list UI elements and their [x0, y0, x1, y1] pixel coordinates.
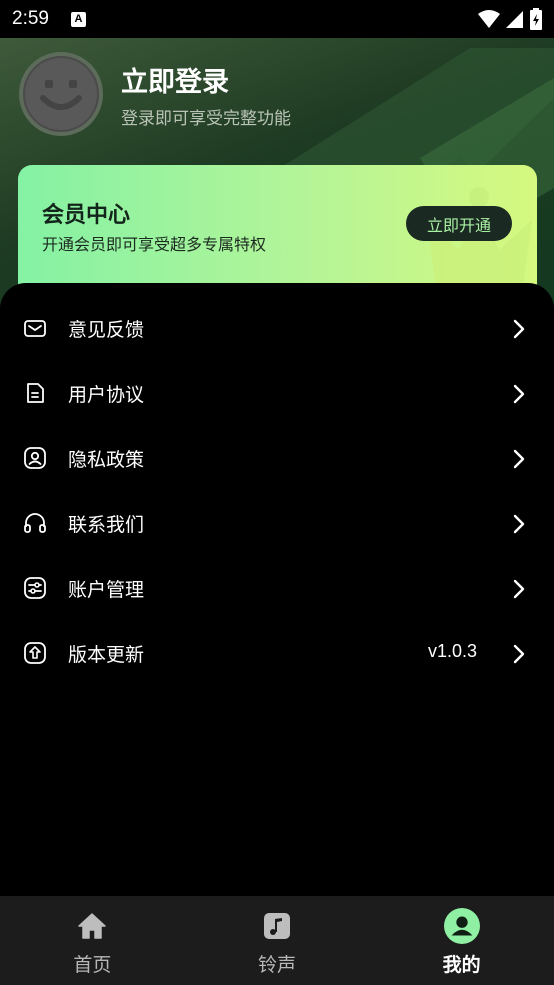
tab-label: 铃声 — [258, 954, 297, 976]
signal-icon — [506, 11, 523, 28]
avatar-face-icon — [25, 58, 97, 130]
version-number: v1.0.3 — [427, 641, 477, 661]
profile-icon — [443, 908, 480, 944]
menu-label: 意见反馈 — [68, 319, 145, 341]
vip-subtitle: 开通会员即可享受超多专属特权 — [42, 235, 267, 254]
status-icons — [478, 8, 542, 30]
menu-label: 账户管理 — [68, 579, 145, 601]
login-title[interactable]: 立即登录 — [121, 60, 229, 99]
tab-label: 首页 — [73, 954, 112, 976]
chevron-right-icon — [513, 514, 525, 534]
menu-item-privacy-policy[interactable]: 隐私政策 — [0, 426, 554, 490]
menu-label: 隐私政策 — [68, 449, 145, 471]
profile-header: 立即登录 登录即可享受完整功能 会员中心 开通会员即可享受超多专属特权 立即开通 — [0, 38, 554, 318]
activate-vip-button[interactable]: 立即开通 — [406, 206, 512, 241]
vip-title: 会员中心 — [42, 203, 131, 228]
chevron-right-icon — [513, 319, 525, 339]
login-subtitle: 登录即可享受完整功能 — [121, 109, 291, 129]
chevron-right-icon — [513, 579, 525, 599]
tab-home[interactable]: 首页 — [0, 896, 185, 985]
menu-label: 联系我们 — [68, 514, 145, 536]
home-icon — [74, 908, 110, 944]
account-settings-icon — [24, 577, 46, 599]
menu-label: 用户协议 — [68, 384, 145, 406]
wifi-icon — [478, 10, 500, 28]
avatar[interactable] — [19, 52, 103, 136]
tab-mine[interactable]: 我的 — [369, 896, 554, 985]
tab-label: 我的 — [442, 954, 481, 976]
menu-item-contact-us[interactable]: 联系我们 — [0, 491, 554, 555]
menu-item-version-update[interactable]: 版本更新 v1.0.3 — [0, 621, 554, 685]
bottom-tab-bar: 首页 铃声 我的 — [0, 896, 554, 985]
music-note-icon — [259, 908, 295, 944]
status-bar: 2:59 A — [0, 0, 554, 38]
chevron-right-icon — [513, 384, 525, 404]
headphones-icon — [24, 513, 46, 533]
notification-icon: A — [70, 11, 86, 27]
document-icon — [27, 383, 44, 403]
menu-item-user-agreement[interactable]: 用户协议 — [0, 361, 554, 425]
menu-item-feedback[interactable]: 意见反馈 — [0, 296, 554, 360]
menu-label: 版本更新 — [68, 644, 145, 666]
menu-item-account-management[interactable]: 账户管理 — [0, 556, 554, 620]
chevron-right-icon — [513, 644, 525, 664]
tab-ringtones[interactable]: 铃声 — [185, 896, 370, 985]
update-icon — [24, 642, 46, 664]
privacy-user-icon — [24, 447, 46, 469]
settings-sheet: 意见反馈 用户协议 隐私政策 联系我们 账户管理 版本更新 v1.0.3 — [0, 283, 554, 896]
chevron-right-icon — [513, 449, 525, 469]
mail-icon — [24, 320, 46, 337]
battery-icon — [530, 8, 542, 30]
status-time: 2:59 — [12, 8, 49, 29]
